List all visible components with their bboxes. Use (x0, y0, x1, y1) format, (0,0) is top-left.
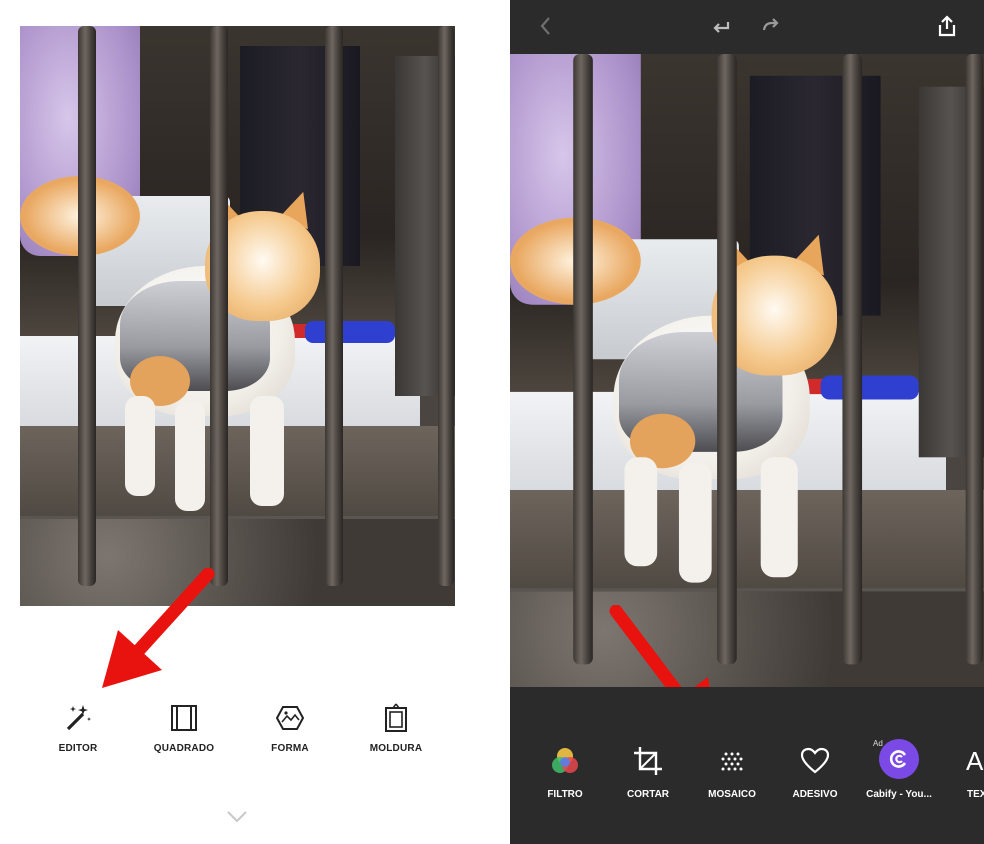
shape-icon (275, 706, 305, 730)
text-icon: A (966, 746, 984, 776)
red-arrow-icon (102, 568, 215, 688)
left-screen: EDITOR QUADRADO FORMA MOLDURA (0, 0, 474, 844)
heart-icon (800, 747, 830, 774)
filtro-button[interactable]: FILTRO (525, 745, 605, 800)
moldura-button[interactable]: MOLDURA (351, 703, 441, 754)
mosaico-button[interactable]: MOSAICO (692, 745, 772, 800)
quadrado-button[interactable]: QUADRADO (139, 703, 229, 754)
chevron-down-icon[interactable] (226, 810, 248, 824)
frame-icon (385, 703, 407, 732)
quadrado-label: QUADRADO (153, 743, 215, 754)
texto-button[interactable]: A TEX (944, 745, 984, 800)
moldura-label: MOLDURA (369, 743, 423, 754)
texto-label: TEX (967, 789, 984, 800)
cat-photo-zoomed (510, 54, 984, 687)
editor-label: EDITOR (58, 743, 98, 754)
forma-button[interactable]: FORMA (245, 703, 335, 754)
undo-icon[interactable] (710, 15, 732, 37)
editor-button[interactable]: EDITOR (33, 703, 123, 754)
magic-wand-icon (66, 705, 91, 731)
square-frame-icon (171, 705, 197, 731)
adesivo-label: ADESIVO (792, 789, 838, 800)
filter-icon (552, 748, 578, 773)
crop-icon (634, 747, 662, 775)
cortar-button[interactable]: CORTAR (608, 745, 688, 800)
forma-label: FORMA (271, 743, 309, 754)
top-bar (510, 0, 984, 54)
cabify-icon (879, 739, 919, 779)
right-screen: FILTRO CORTAR MOSAICO ADESIVO Ad Cabify … (510, 0, 984, 844)
cortar-label: CORTAR (626, 789, 670, 800)
share-icon[interactable] (936, 15, 958, 37)
cat-photo (20, 26, 455, 606)
adesivo-button[interactable]: ADESIVO (775, 745, 855, 800)
filtro-label: FILTRO (547, 789, 583, 800)
photo-scene-zoomed (510, 54, 984, 687)
back-icon[interactable] (535, 15, 557, 37)
bottom-toolbar: FILTRO CORTAR MOSAICO ADESIVO Ad Cabify … (510, 687, 984, 844)
mosaico-label: MOSAICO (708, 789, 756, 800)
redo-icon[interactable] (760, 15, 782, 37)
cabify-label: Cabify - You... (866, 789, 932, 800)
photo-scene (20, 26, 455, 606)
cabify-ad-button[interactable]: Cabify - You... (859, 739, 939, 800)
mosaic-icon (721, 752, 743, 771)
